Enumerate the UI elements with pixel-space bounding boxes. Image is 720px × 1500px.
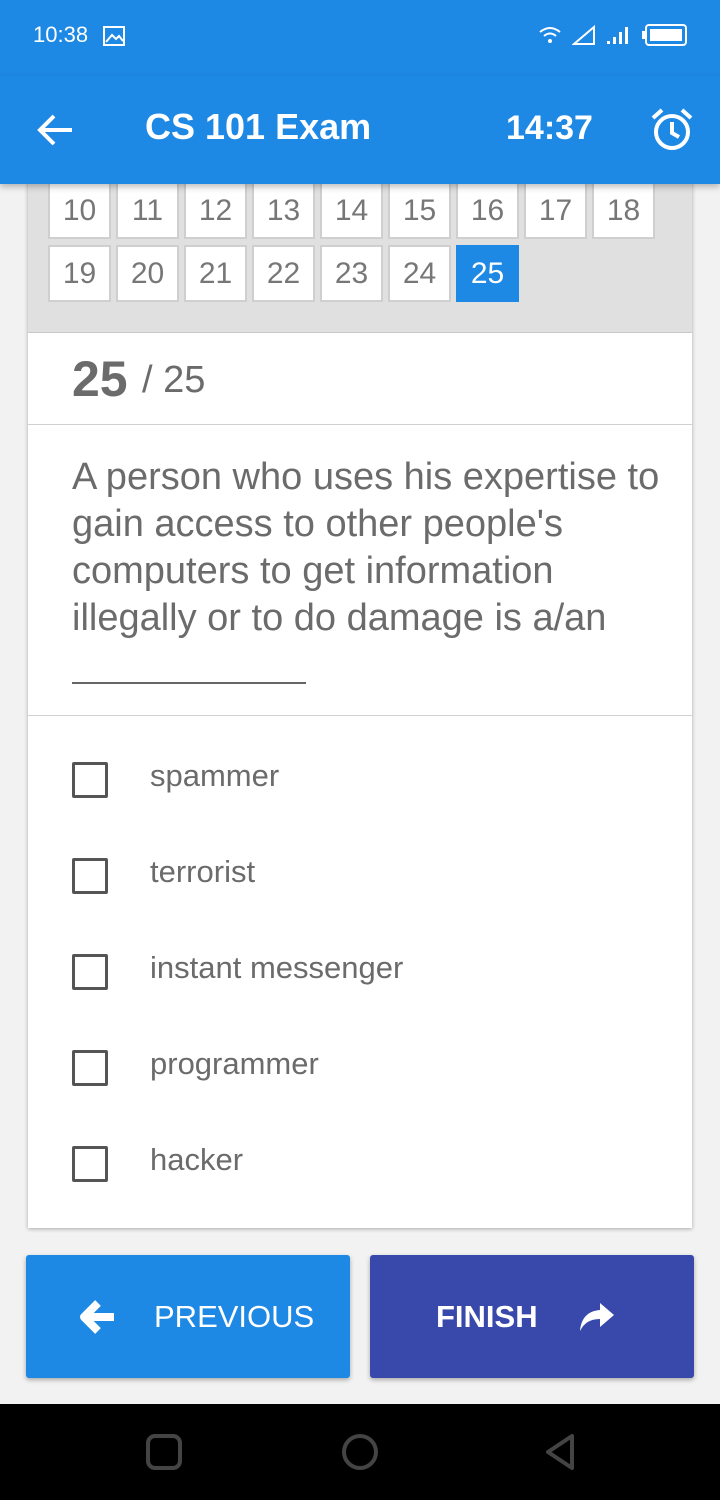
question-navigator: 10 11 12 13 14 15 16 17 18 19 20 21 22 2… (28, 160, 692, 333)
page-title: CS 101 Exam (145, 106, 372, 147)
arrow-left-icon (80, 1300, 114, 1334)
option-label: programmer (150, 1046, 319, 1081)
option-label: hacker (150, 1142, 244, 1177)
finish-label: FINISH (436, 1299, 538, 1334)
checkbox[interactable] (72, 954, 108, 990)
question-nav-item[interactable]: 12 (184, 182, 247, 239)
exam-timer: 14:37 (506, 109, 593, 147)
question-nav-item[interactable]: 24 (388, 245, 451, 302)
checkbox[interactable] (72, 1050, 108, 1086)
share-forward-icon (580, 1303, 614, 1331)
question-nav-item[interactable]: 18 (592, 182, 655, 239)
back-nav-icon[interactable] (540, 1432, 580, 1472)
answer-blank-line (72, 682, 306, 684)
counter-current: 25 (72, 351, 128, 407)
question-text: A person who uses his expertise to gain … (72, 456, 660, 639)
status-time: 10:38 (33, 22, 89, 47)
question-counter: 25 / 25 (28, 333, 692, 425)
checkbox[interactable] (72, 1146, 108, 1182)
home-icon[interactable] (340, 1432, 380, 1472)
option-item[interactable]: spammer (28, 748, 692, 844)
question-nav-item[interactable]: 21 (184, 245, 247, 302)
status-bar: 10:38 (0, 0, 720, 76)
battery-icon (642, 24, 687, 46)
checkbox[interactable] (72, 762, 108, 798)
question-nav-item[interactable]: 10 (48, 182, 111, 239)
question-nav-item[interactable]: 22 (252, 245, 315, 302)
question-nav-item[interactable]: 17 (524, 182, 587, 239)
status-icons (538, 24, 688, 46)
previous-label: PREVIOUS (154, 1299, 315, 1334)
alarm-clock-icon[interactable] (650, 106, 694, 154)
previous-button[interactable]: PREVIOUS (26, 1255, 350, 1378)
option-item[interactable]: instant messenger (28, 940, 692, 1036)
option-item[interactable]: hacker (28, 1132, 692, 1228)
recent-apps-icon[interactable] (144, 1432, 184, 1472)
gallery-icon (103, 26, 125, 46)
question-nav-item[interactable]: 20 (116, 245, 179, 302)
divider (28, 715, 692, 716)
question-nav-item-active[interactable]: 25 (456, 245, 519, 302)
arrow-left-icon[interactable] (36, 110, 76, 150)
signal-icon (572, 25, 595, 45)
signal-bars-icon (607, 27, 628, 44)
system-nav-bar (0, 1404, 720, 1500)
app-bar: CS 101 Exam 14:37 (0, 76, 720, 184)
question-nav-item[interactable]: 15 (388, 182, 451, 239)
question-card: 10 11 12 13 14 15 16 17 18 19 20 21 22 2… (28, 160, 692, 1228)
question-nav-item[interactable]: 13 (252, 182, 315, 239)
counter-total: / 25 (142, 359, 206, 401)
question-nav-item[interactable]: 19 (48, 245, 111, 302)
finish-button[interactable]: FINISH (370, 1255, 694, 1378)
question-nav-item[interactable]: 14 (320, 182, 383, 239)
option-label: terrorist (150, 854, 256, 889)
checkbox[interactable] (72, 858, 108, 894)
option-item[interactable]: programmer (28, 1036, 692, 1132)
question-nav-item[interactable]: 16 (456, 182, 519, 239)
wifi-icon (539, 27, 561, 43)
question-nav-item[interactable]: 23 (320, 245, 383, 302)
option-label: spammer (150, 758, 280, 793)
option-item[interactable]: terrorist (28, 844, 692, 940)
question-nav-item[interactable]: 11 (116, 182, 179, 239)
option-label: instant messenger (150, 950, 404, 985)
